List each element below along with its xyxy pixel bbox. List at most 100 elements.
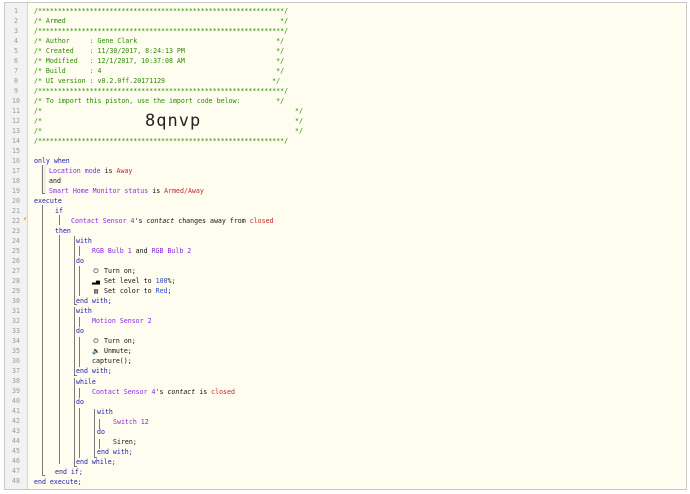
- line-number: 46: [12, 457, 20, 465]
- end-with-keyword[interactable]: end with;: [76, 366, 686, 376]
- if-condition-contact-changes[interactable]: Contact Sensor 4's contact changes away …: [71, 216, 686, 226]
- with-keyword[interactable]: with: [97, 407, 686, 417]
- with-block-2-bar: [74, 307, 75, 375]
- line-number: 47: [12, 467, 20, 475]
- line-number: 19: [12, 187, 20, 195]
- then-keyword[interactable]: then: [55, 226, 686, 236]
- do-keyword[interactable]: do: [76, 256, 686, 266]
- piston-code-viewer: 1 2 3 4 5 6 7 8 9 10 11 12 13 14 15 16 17 18 19 20 21 22 23 24 2…: [4, 2, 687, 490]
- header-import-note: /* To import this piston, use the import…: [34, 97, 285, 105]
- line-number: 43: [12, 427, 20, 435]
- code-area: /***************************************…: [27, 3, 686, 489]
- line-number: 31: [12, 307, 20, 315]
- line-number: 24: [12, 237, 20, 245]
- line-number: 36: [12, 357, 20, 365]
- line-number: 27: [12, 267, 20, 275]
- header-modified: /* Modified : 12/1/2017, 10:37:08 AM */: [34, 57, 285, 65]
- power-icon: ⏻: [93, 337, 99, 345]
- line-number: 35: [12, 347, 20, 355]
- execute-keyword[interactable]: execute: [34, 196, 686, 206]
- line-number: 23: [12, 227, 20, 235]
- end-while-keyword[interactable]: end while;: [76, 457, 686, 467]
- condition-location-mode[interactable]: Location mode is Away: [49, 166, 686, 176]
- header-rule: /***************************************…: [34, 27, 289, 35]
- while-keyword[interactable]: while: [76, 377, 686, 387]
- with-keyword[interactable]: with: [76, 236, 686, 246]
- with-devices-rgb-bulbs[interactable]: RGB Bulb 1 and RGB Bulb 2: [92, 246, 686, 256]
- with-device-motion-sensor[interactable]: Motion Sensor 2: [92, 316, 686, 326]
- end-execute-keyword[interactable]: end execute;: [34, 477, 686, 487]
- line-number: 3: [14, 27, 18, 35]
- end-if-keyword[interactable]: end if;: [55, 467, 686, 477]
- if-condition-bar: [59, 215, 60, 225]
- header-rule: /***************************************…: [34, 87, 289, 95]
- line-number: 17: [12, 167, 20, 175]
- line-number: 5: [14, 47, 18, 55]
- signal-bars-icon: ▂▄: [92, 277, 100, 285]
- with-block-1-bar: [74, 236, 75, 304]
- execute-block-bar: [42, 205, 43, 475]
- line-number: 39: [12, 387, 20, 395]
- header-rule: /***************************************…: [34, 137, 289, 145]
- volume-icon: 🔈: [92, 347, 101, 355]
- line-number: 42: [12, 417, 20, 425]
- line-number: 48: [12, 477, 20, 485]
- line-number: 4: [14, 37, 18, 45]
- line-number: 29: [12, 287, 20, 295]
- line-number: 40: [12, 397, 20, 405]
- header-created: /* Created : 11/30/2017, 8:24:13 PM */: [34, 47, 285, 55]
- line-number: 41: [12, 407, 20, 415]
- line-number: 34: [12, 337, 20, 345]
- condition-shm-status[interactable]: Smart Home Monitor status is Armed/Away: [49, 186, 686, 196]
- import-code[interactable]: 8qnvp: [145, 111, 201, 131]
- only-when-block-bar: [42, 165, 43, 193]
- line-number: 25: [12, 247, 20, 255]
- line-number: 14: [12, 137, 20, 145]
- command-siren[interactable]: Siren;: [113, 437, 686, 447]
- line-number: 44: [12, 437, 20, 445]
- command-set-color[interactable]: ▥ Set color to Red;: [92, 286, 686, 296]
- line-number: 16: [12, 157, 20, 165]
- line-number: 12: [12, 117, 20, 125]
- do-keyword[interactable]: do: [97, 427, 686, 437]
- line-number: 13: [12, 127, 20, 135]
- only-when-keyword[interactable]: only when: [34, 156, 686, 166]
- line-number: 15: [12, 147, 20, 155]
- header-blank-close: */: [295, 117, 303, 125]
- line-number: 8: [14, 77, 18, 85]
- command-capture[interactable]: capture();: [92, 356, 686, 366]
- if-keyword[interactable]: if: [55, 206, 686, 216]
- line-number: 28: [12, 277, 20, 285]
- line-number: 11: [12, 107, 20, 115]
- header-rule: /***************************************…: [34, 7, 289, 15]
- line-number: 37: [12, 367, 20, 375]
- line-number: 32: [12, 317, 20, 325]
- line-number: 26: [12, 257, 20, 265]
- line-number: 45: [12, 447, 20, 455]
- command-set-level[interactable]: ▂▄ Set level to 100%;: [92, 276, 686, 286]
- with-device-switch[interactable]: Switch 12: [113, 417, 686, 427]
- line-number-gutter: 1 2 3 4 5 6 7 8 9 10 11 12 13 14 15 16 17 18 19 20 21 22 23 24 2…: [5, 3, 28, 489]
- with-keyword[interactable]: with: [76, 306, 686, 316]
- header-title: /* Armed */: [34, 17, 289, 25]
- end-with-keyword[interactable]: end with;: [97, 447, 686, 457]
- do-keyword[interactable]: do: [76, 326, 686, 336]
- header-ui-version: /* UI version : v0.2.0ff.20171129 */: [34, 77, 281, 85]
- while-block-bar: [74, 378, 75, 466]
- condition-operator-and[interactable]: and: [49, 176, 686, 186]
- while-condition-contact-closed[interactable]: Contact Sensor 4's contact is closed: [92, 387, 686, 397]
- command-turn-on[interactable]: ⏻ Turn on;: [92, 336, 686, 346]
- command-turn-on[interactable]: ⏻ Turn on;: [92, 266, 686, 276]
- line-number: 20: [12, 197, 20, 205]
- then-block-bar: [59, 235, 60, 464]
- line-number: 18: [12, 177, 20, 185]
- command-unmute[interactable]: 🔈 Unmute;: [92, 346, 686, 356]
- end-with-keyword[interactable]: end with;: [76, 296, 686, 306]
- line-number: 10: [12, 97, 20, 105]
- line-number: 38: [12, 377, 20, 385]
- header-build: /* Build : 4 */: [34, 67, 285, 75]
- line-number: 7: [14, 67, 18, 75]
- do-keyword[interactable]: do: [76, 397, 686, 407]
- line-number: 1: [14, 7, 18, 15]
- line-number: 33: [12, 327, 20, 335]
